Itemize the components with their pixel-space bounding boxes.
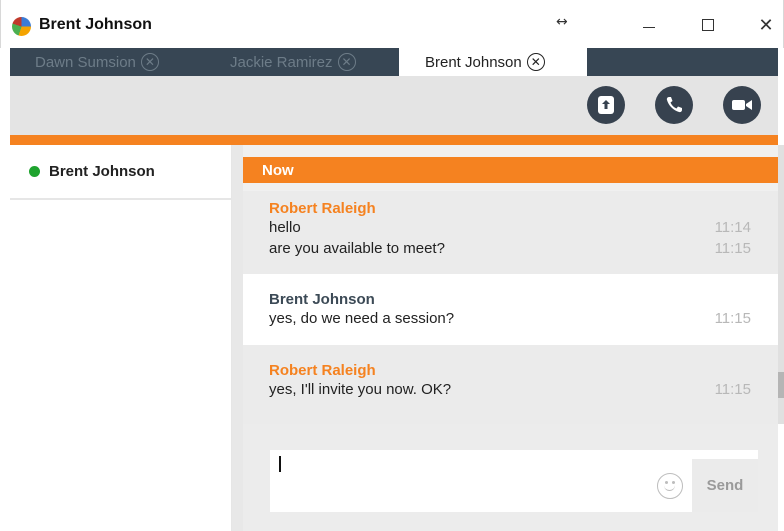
chat-section-header: Now bbox=[243, 157, 778, 183]
online-status-icon bbox=[29, 166, 40, 177]
message-timestamp: 11:15 bbox=[714, 240, 751, 257]
close-icon: ✕ bbox=[758, 14, 774, 36]
panel-splitter[interactable] bbox=[232, 145, 243, 531]
share-screen-button[interactable] bbox=[587, 86, 625, 124]
accent-divider bbox=[10, 135, 778, 145]
send-button[interactable]: Send bbox=[692, 459, 758, 512]
tab-label: Jackie Ramirez bbox=[230, 53, 333, 71]
message-text: are you available to meet? bbox=[269, 240, 445, 257]
message-group: Robert Raleigh yes, I'll invite you now.… bbox=[243, 345, 778, 424]
message-timestamp: 11:14 bbox=[714, 219, 751, 236]
tab-label: Brent Johnson bbox=[425, 53, 522, 71]
contact-item-brent-johnson[interactable]: Brent Johnson bbox=[10, 145, 231, 200]
message-text: yes, do we need a session? bbox=[269, 310, 455, 327]
tab-close-icon[interactable]: ✕ bbox=[140, 53, 159, 71]
message-group: Brent Johnson yes, do we need a session?… bbox=[243, 274, 778, 345]
conversation-tab-bar: Dawn Sumsion ✕ Jackie Ramirez ✕ Brent Jo… bbox=[10, 48, 778, 76]
message-line: hello 11:14 bbox=[269, 217, 778, 238]
smiley-icon[interactable] bbox=[657, 473, 683, 499]
resize-arrows-icon[interactable]: ↔ bbox=[556, 14, 568, 30]
maximize-button[interactable] bbox=[685, 11, 731, 39]
message-timestamp: 11:15 bbox=[714, 381, 751, 398]
message-timestamp: 11:15 bbox=[714, 310, 751, 327]
window-title: Brent Johnson bbox=[39, 16, 152, 33]
maximize-icon bbox=[702, 19, 714, 31]
video-camera-icon bbox=[732, 100, 752, 110]
minimize-button[interactable] bbox=[626, 11, 672, 39]
voice-call-button[interactable] bbox=[655, 86, 693, 124]
message-text: yes, I'll invite you now. OK? bbox=[269, 381, 452, 398]
chat-scrollbar-thumb[interactable] bbox=[778, 372, 784, 398]
tab-dawn-sumsion[interactable]: Dawn Sumsion ✕ bbox=[35, 48, 159, 76]
tab-close-icon[interactable]: ✕ bbox=[337, 53, 356, 71]
tab-jackie-ramirez[interactable]: Jackie Ramirez ✕ bbox=[230, 48, 356, 76]
close-button[interactable]: ✕ bbox=[743, 11, 784, 39]
app-logo-icon bbox=[12, 17, 31, 36]
share-screen-icon bbox=[598, 96, 614, 114]
tab-brent-johnson[interactable]: Brent Johnson ✕ bbox=[399, 48, 587, 76]
action-toolbar bbox=[10, 76, 778, 135]
title-bar: Brent Johnson ↔ ✕ bbox=[0, 0, 784, 48]
message-line: are you available to meet? 11:15 bbox=[269, 238, 778, 259]
video-call-button[interactable] bbox=[723, 86, 761, 124]
message-line: yes, I'll invite you now. OK? 11:15 bbox=[269, 379, 778, 400]
tab-close-icon[interactable]: ✕ bbox=[526, 53, 545, 71]
message-line: yes, do we need a session? 11:15 bbox=[269, 308, 778, 329]
message-sender: Robert Raleigh bbox=[269, 200, 376, 217]
contact-name: Brent Johnson bbox=[49, 163, 155, 180]
minimize-icon bbox=[643, 26, 655, 28]
tab-label: Dawn Sumsion bbox=[35, 53, 136, 71]
contact-list: Brent Johnson bbox=[10, 145, 232, 531]
message-text: hello bbox=[269, 219, 301, 236]
smiley-mouth bbox=[664, 484, 675, 491]
message-sender: Robert Raleigh bbox=[269, 362, 376, 379]
message-input[interactable] bbox=[270, 450, 758, 512]
message-sender: Brent Johnson bbox=[269, 291, 375, 308]
text-caret bbox=[279, 456, 281, 472]
phone-icon bbox=[666, 97, 682, 113]
message-group: Robert Raleigh hello 11:14 are you avail… bbox=[243, 191, 778, 274]
